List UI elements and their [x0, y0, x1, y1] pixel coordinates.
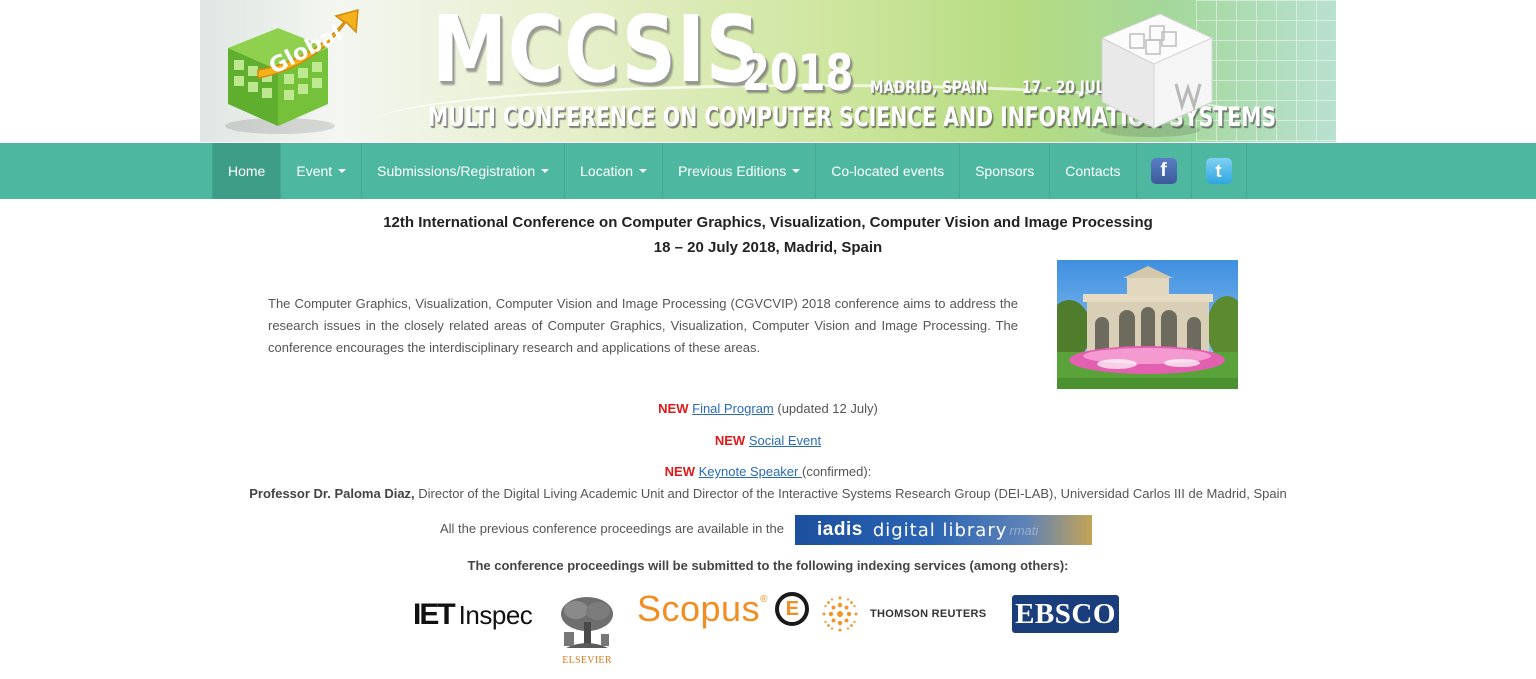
banner-year: 2018	[742, 44, 854, 102]
keynote-name: Professor Dr. Paloma Diaz,	[249, 486, 415, 501]
nav-event-label: Event	[296, 163, 333, 179]
new-badge: NEW	[714, 433, 746, 448]
nav-twitter[interactable]: t	[1192, 143, 1247, 199]
main-navbar: Home Event Submissions/Registration Loca…	[0, 143, 1536, 199]
nav-location-label: Location	[580, 163, 634, 179]
news-keynote: NEW Keynote Speaker (confirmed):	[0, 464, 1536, 479]
inspec-word: Inspec	[458, 599, 533, 630]
proceedings-text: All the previous conference proceedings …	[440, 521, 784, 536]
conference-dates: 18 – 20 July 2018, Madrid, Spain	[653, 239, 883, 256]
scopus-logo: Scopus ® E	[637, 588, 810, 630]
elsevier-logo: ELSEVIER	[556, 594, 618, 666]
puerta-de-alcala-photo	[1057, 260, 1238, 389]
caret-down-icon	[541, 169, 550, 173]
ebsco-word: EBSCO	[1015, 597, 1116, 630]
nav-location[interactable]: Location	[565, 143, 664, 199]
nav-previous-editions-label: Previous Editions	[678, 163, 787, 179]
keynote-note: (confirmed):	[801, 464, 872, 479]
iet-inspec-logo: IET Inspec	[413, 598, 533, 632]
nav-facebook[interactable]: f	[1137, 143, 1192, 199]
facebook-icon[interactable]: f	[1150, 158, 1177, 184]
final-program-link[interactable]: Final Program	[692, 401, 774, 416]
nav-event[interactable]: Event	[281, 143, 363, 199]
nav-submissions-label: Submissions/Registration	[377, 163, 536, 179]
ebsco-logo: EBSCO	[1012, 595, 1119, 633]
conference-title: 12th International Conference on Compute…	[383, 214, 1153, 231]
keynote-speaker-link[interactable]: Keynote Speaker	[699, 464, 802, 479]
new-badge: NEW	[658, 401, 689, 416]
nav-submissions-registration[interactable]: Submissions/Registration	[362, 143, 566, 199]
banner-location: MADRID, SPAIN	[870, 78, 988, 98]
nav-contacts[interactable]: Contacts	[1050, 143, 1137, 199]
nav-items: Home Event Submissions/Registration Loca…	[212, 143, 1247, 199]
scopus-e-icon: E	[775, 592, 810, 626]
caret-down-icon	[792, 169, 801, 173]
news-social-event: NEW Social Event	[0, 433, 1536, 448]
thomson-reuters-word: THOMSON REUTERS	[870, 608, 987, 620]
twitter-icon[interactable]: t	[1205, 158, 1232, 184]
white-cube-illustration	[1100, 13, 1214, 137]
elsevier-tree-icon	[556, 594, 618, 650]
global-cube-illustration: Global	[225, 8, 359, 134]
final-program-note: (updated 12 July)	[773, 401, 878, 416]
thomson-reuters-orb-icon	[822, 596, 858, 632]
nav-previous-editions[interactable]: Previous Editions	[663, 143, 817, 199]
elsevier-word: ELSEVIER	[562, 655, 612, 666]
indexing-services-text: The conference proceedings will be submi…	[467, 558, 1069, 573]
intro-paragraph: The Computer Graphics, Visualization, Co…	[268, 296, 1018, 355]
iadis-digital-library-banner[interactable]: iadis digital library rmati	[795, 515, 1092, 545]
thomson-reuters-logo: THOMSON REUTERS	[820, 594, 986, 634]
digital-library-word: digital library	[872, 519, 1008, 541]
nav-sponsors[interactable]: Sponsors	[960, 143, 1051, 199]
registered-mark: ®	[760, 593, 768, 605]
caret-down-icon	[338, 169, 347, 173]
news-final-program: NEW Final Program (updated 12 July)	[0, 401, 1536, 416]
header-banner: Global MCCSIS 2018 MADRID, SPAIN 17 - 20…	[200, 0, 1336, 142]
nav-sponsors-label: Sponsors	[975, 163, 1035, 179]
caret-down-icon	[639, 169, 648, 173]
banner-title: MCCSIS	[432, 0, 761, 103]
scopus-word: Scopus	[637, 588, 761, 629]
new-badge: NEW	[664, 464, 695, 479]
nav-home[interactable]: Home	[212, 143, 282, 199]
iet-mark: IET	[413, 598, 456, 631]
nav-home-label: Home	[228, 163, 266, 179]
nav-co-located-label: Co-located events	[831, 163, 945, 179]
iadis-word: iadis	[817, 519, 863, 540]
keynote-speaker-info: Professor Dr. Paloma Diaz, Director of t…	[0, 486, 1536, 501]
iadis-ghost-text: rmati	[1009, 522, 1039, 538]
nav-contacts-label: Contacts	[1065, 163, 1121, 179]
social-event-link[interactable]: Social Event	[749, 433, 821, 448]
keynote-description: Director of the Digital Living Academic …	[414, 486, 1287, 501]
nav-co-located-events[interactable]: Co-located events	[816, 143, 961, 199]
